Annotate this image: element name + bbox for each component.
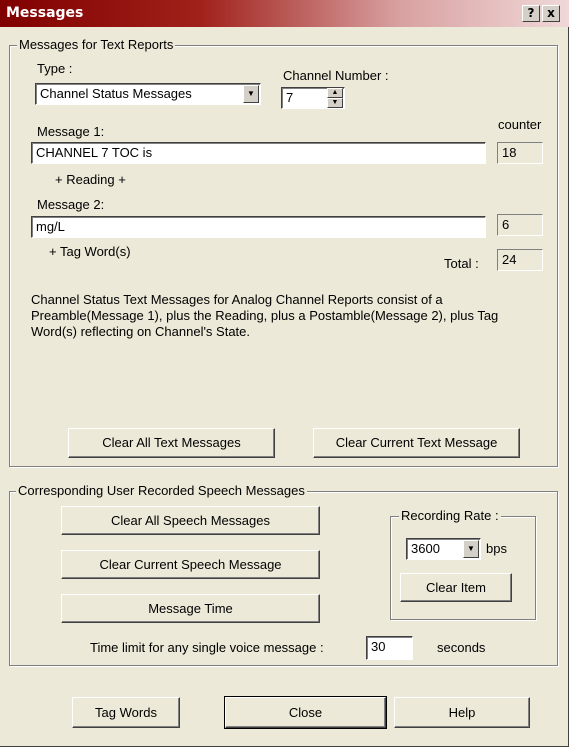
time-limit-label: Time limit for any single voice message … — [90, 640, 324, 655]
chevron-down-icon[interactable]: ▼ — [243, 85, 259, 103]
clear-item-button[interactable]: Clear Item — [400, 573, 512, 602]
reading-label: + Reading + — [55, 172, 126, 187]
time-limit-input[interactable]: 30 — [366, 636, 413, 660]
tagword-label: + Tag Word(s) — [49, 244, 131, 259]
type-dropdown-value: Channel Status Messages — [40, 86, 192, 101]
clear-all-text-button[interactable]: Clear All Text Messages — [68, 428, 275, 458]
message2-value: mg/L — [36, 219, 65, 234]
clear-current-text-button[interactable]: Clear Current Text Message — [313, 428, 520, 458]
message1-input[interactable]: CHANNEL 7 TOC is — [31, 142, 486, 164]
description-text: Channel Status Text Messages for Analog … — [31, 292, 499, 339]
channel-number-value: 7 — [286, 90, 294, 105]
type-label: Type : — [37, 61, 73, 76]
messages-dialog: Messages ? x Messages for Text Reports T… — [0, 0, 569, 747]
total-label: Total : — [444, 256, 479, 271]
close-button[interactable]: Close — [224, 696, 387, 729]
type-dropdown[interactable]: Channel Status Messages ▼ — [35, 83, 261, 105]
message2-label: Message 2: — [37, 197, 105, 212]
clear-all-speech-button[interactable]: Clear All Speech Messages — [61, 506, 320, 535]
message2-input[interactable]: mg/L — [31, 216, 486, 238]
speech-legend: Corresponding User Recorded Speech Messa… — [16, 483, 307, 498]
seconds-label: seconds — [437, 640, 486, 655]
time-limit-value: 30 — [371, 639, 386, 654]
message1-value: CHANNEL 7 TOC is — [36, 145, 153, 160]
recording-rate-group — [390, 516, 536, 620]
window-title: Messages — [6, 5, 84, 21]
chevron-down-icon[interactable]: ▼ — [463, 540, 479, 558]
rate-unit-label: bps — [486, 541, 507, 556]
message1-label: Message 1: — [37, 124, 105, 139]
tag-words-button[interactable]: Tag Words — [72, 697, 180, 728]
help-title-button[interactable]: ? — [522, 5, 540, 22]
rate-dropdown[interactable]: 3600 ▼ — [406, 538, 481, 560]
message2-counter: 6 — [497, 214, 543, 236]
rate-dropdown-value: 3600 — [411, 541, 440, 556]
counter-label: counter — [498, 117, 542, 132]
channel-number-spinner[interactable]: 7 ▲ ▼ — [281, 87, 345, 109]
message-time-button[interactable]: Message Time — [61, 594, 320, 623]
close-title-button[interactable]: x — [542, 5, 560, 22]
help-button[interactable]: Help — [394, 697, 530, 728]
clear-current-speech-button[interactable]: Clear Current Speech Message — [61, 550, 320, 579]
channel-number-label: Channel Number : — [283, 68, 389, 83]
spin-up-icon[interactable]: ▲ — [327, 88, 343, 98]
recording-rate-legend: Recording Rate : — [399, 508, 501, 523]
message1-counter: 18 — [497, 142, 543, 164]
title-bar[interactable]: Messages ? x — [0, 0, 569, 27]
spin-down-icon[interactable]: ▼ — [327, 98, 343, 108]
text-reports-legend: Messages for Text Reports — [17, 37, 176, 52]
total-counter: 24 — [497, 249, 543, 271]
